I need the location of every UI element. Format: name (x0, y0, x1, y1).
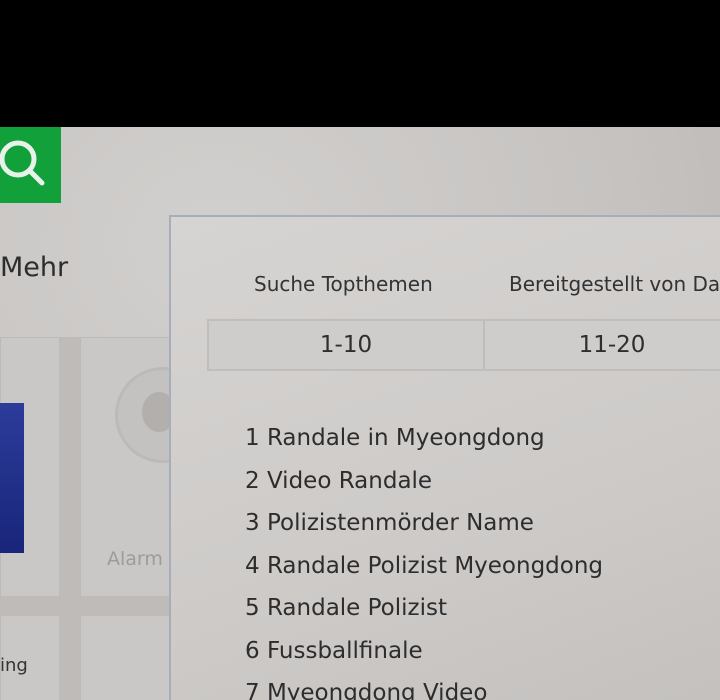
grid-divider (58, 337, 80, 700)
tab-1-10[interactable]: 1-10 (209, 321, 485, 369)
topic-item[interactable]: 7 Myeongdong Video (245, 672, 603, 700)
topic-item[interactable]: 2 Video Randale (245, 460, 603, 503)
app-screen: Mehr Alarm ing Suche Topthemen Bereitges… (0, 127, 720, 700)
range-tabs: 1-10 11-20 (207, 319, 720, 371)
popup-title: Suche Topthemen (254, 272, 433, 296)
trending-popup: Suche Topthemen Bereitgestellt von Da 1-… (169, 215, 720, 700)
alarm-label: Alarm (107, 548, 163, 570)
search-button[interactable] (0, 127, 61, 203)
partial-label: ing (0, 655, 28, 676)
provider-label: Bereitgestellt von Da (509, 272, 720, 296)
topic-list: 1 Randale in Myeongdong 2 Video Randale … (245, 417, 603, 700)
topic-item[interactable]: 5 Randale Polizist (245, 587, 603, 630)
topic-item[interactable]: 6 Fussballfinale (245, 630, 603, 673)
topic-item[interactable]: 4 Randale Polizist Myeongdong (245, 545, 603, 588)
tile-card[interactable] (80, 615, 172, 700)
grid-divider (0, 595, 170, 615)
nav-more[interactable]: Mehr (0, 252, 68, 283)
topic-item[interactable]: 3 Polizistenmörder Name (245, 502, 603, 545)
topic-item[interactable]: 1 Randale in Myeongdong (245, 417, 603, 460)
search-icon (0, 140, 45, 186)
blue-tile[interactable] (0, 403, 24, 553)
tab-11-20[interactable]: 11-20 (485, 321, 720, 369)
